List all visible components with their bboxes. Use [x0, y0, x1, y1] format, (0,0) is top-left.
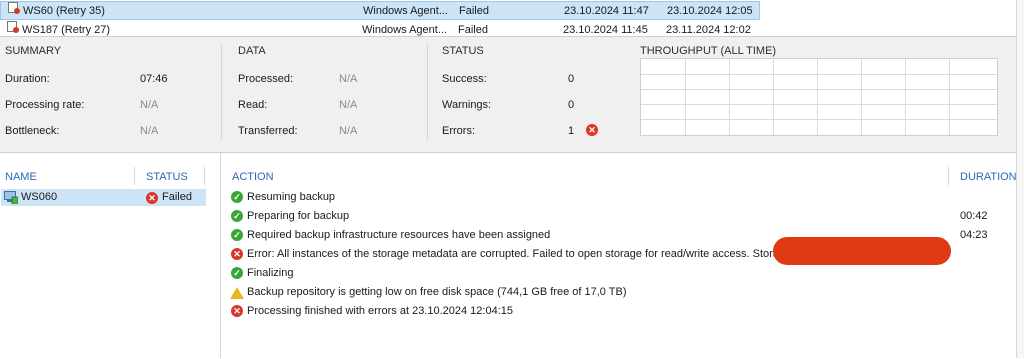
- success-icon: ✓: [231, 229, 243, 241]
- failed-job-icon: [8, 2, 20, 14]
- divider: [427, 44, 428, 140]
- error-icon: ✕: [231, 248, 243, 260]
- action-text: Required backup infrastructure resources…: [247, 229, 551, 241]
- job-name: WS187 (Retry 27): [22, 24, 111, 36]
- transferred-value: N/A: [339, 125, 358, 137]
- computer-icon: [4, 191, 18, 204]
- job-status: Failed: [458, 24, 488, 36]
- error-icon: ✕: [586, 124, 598, 136]
- warning-icon: [230, 287, 244, 299]
- success-icon: ✓: [231, 267, 243, 279]
- job-row[interactable]: WS60 (Retry 35) Windows Agent... Failed …: [0, 1, 760, 20]
- job-end-time: 23.11.2024 12:02: [666, 24, 751, 36]
- job-start-time: 23.10.2024 11:45: [563, 24, 648, 36]
- throughput-graph: [640, 58, 998, 136]
- job-name: WS60 (Retry 35): [23, 5, 105, 17]
- processed-value: N/A: [339, 73, 358, 85]
- job-type: Windows Agent...: [362, 24, 447, 36]
- failed-job-icon: [7, 21, 19, 33]
- processing-rate-value: N/A: [140, 99, 159, 111]
- column-separator[interactable]: [204, 167, 205, 185]
- status-heading: STATUS: [442, 45, 484, 57]
- throughput-heading: THROUGHPUT (ALL TIME): [640, 45, 777, 57]
- job-start-time: 23.10.2024 11:47: [564, 5, 649, 17]
- error-icon: ✕: [146, 192, 158, 204]
- bottleneck-value: N/A: [140, 125, 159, 137]
- action-text: Finalizing: [247, 267, 294, 279]
- read-label: Read:: [238, 99, 268, 111]
- warnings-value: 0: [568, 99, 575, 111]
- action-text: Processing finished with errors at 23.10…: [247, 305, 513, 317]
- redaction-mark: [773, 237, 951, 265]
- processing-rate-label: Processing rate:: [5, 99, 85, 111]
- bottleneck-label: Bottleneck:: [5, 125, 60, 137]
- action-column-header[interactable]: ACTION: [232, 171, 274, 183]
- errors-value: 1: [568, 125, 575, 137]
- action-text: Resuming backup: [247, 191, 336, 203]
- warnings-label: Warnings:: [442, 99, 492, 111]
- action-duration: 04:23: [960, 229, 988, 241]
- object-name: WS060: [21, 191, 58, 203]
- job-sessions-list: WS60 (Retry 35) Windows Agent... Failed …: [0, 0, 1024, 36]
- action-text: Error: All instances of the storage meta…: [247, 248, 795, 260]
- success-value: 0: [568, 73, 575, 85]
- duration-label: Duration:: [5, 73, 50, 85]
- object-status: Failed: [162, 191, 192, 203]
- success-icon: ✓: [231, 210, 243, 222]
- duration-column-header[interactable]: DURATION: [960, 171, 1017, 183]
- scrollbar[interactable]: [1016, 0, 1024, 358]
- success-icon: ✓: [231, 191, 243, 203]
- duration-value: 07:46: [140, 73, 168, 85]
- job-row[interactable]: WS187 (Retry 27) Windows Agent... Failed…: [0, 21, 760, 36]
- data-heading: DATA: [238, 45, 266, 57]
- error-icon: ✕: [231, 305, 243, 317]
- action-duration: 00:42: [960, 210, 988, 222]
- status-column-header[interactable]: STATUS: [146, 171, 188, 183]
- column-separator[interactable]: [134, 167, 135, 185]
- job-end-time: 23.10.2024 12:05: [667, 5, 753, 17]
- errors-label: Errors:: [442, 125, 475, 137]
- job-status: Failed: [459, 5, 489, 17]
- summary-heading: SUMMARY: [5, 45, 62, 57]
- divider: [221, 44, 222, 140]
- transferred-label: Transferred:: [238, 125, 298, 137]
- job-type: Windows Agent...: [363, 5, 448, 17]
- success-label: Success:: [442, 73, 487, 85]
- pane-splitter[interactable]: [220, 153, 221, 358]
- action-text: Backup repository is getting low on free…: [247, 286, 627, 298]
- name-column-header[interactable]: NAME: [5, 171, 37, 183]
- read-value: N/A: [339, 99, 358, 111]
- processed-label: Processed:: [238, 73, 294, 85]
- column-separator[interactable]: [948, 167, 949, 185]
- action-text: Preparing for backup: [247, 210, 350, 222]
- throughput-grid: [641, 59, 997, 135]
